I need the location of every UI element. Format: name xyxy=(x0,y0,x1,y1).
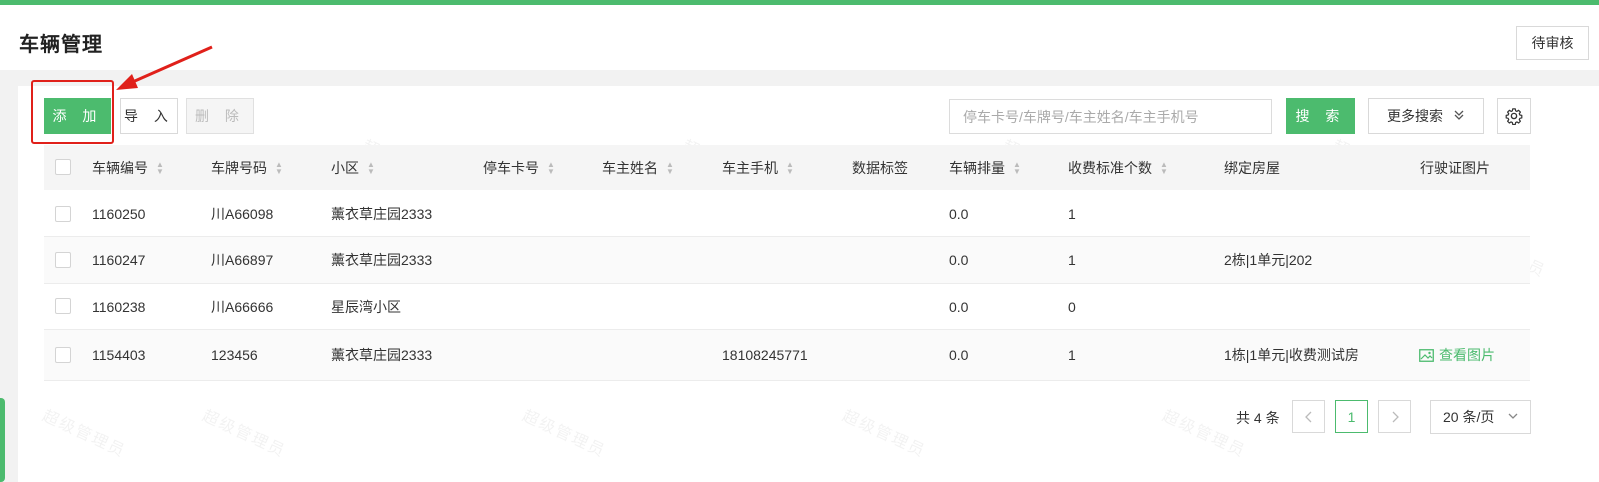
search-input[interactable] xyxy=(949,99,1272,134)
search-button[interactable]: 搜 索 xyxy=(1286,98,1355,134)
annotation-highlight-box xyxy=(31,80,114,144)
pagination-total: 共 4 条 xyxy=(1236,410,1280,426)
cell-community: 薰衣草庄园2333 xyxy=(331,347,433,363)
column-header-owner-name[interactable]: 车主姓名 ▲ ▼ xyxy=(602,145,674,190)
cell-bound-house: 2栋|1单元|202 xyxy=(1224,252,1313,268)
sort-icon[interactable]: ▲ ▼ xyxy=(547,160,555,175)
delete-button[interactable]: 删 除 xyxy=(186,98,254,134)
double-chevron-down-icon xyxy=(1453,109,1465,124)
sort-icon[interactable]: ▲ ▼ xyxy=(1160,160,1168,175)
cell-plate: 川A66098 xyxy=(211,205,274,222)
chevron-right-icon xyxy=(1392,411,1399,422)
cell-displacement: 0.0 xyxy=(949,252,969,268)
row-checkbox[interactable] xyxy=(55,347,71,363)
page-number[interactable]: 1 xyxy=(1335,400,1368,433)
cell-community: 薰衣草庄园2333 xyxy=(331,205,433,222)
page-size-label: 20 条/页 xyxy=(1443,409,1495,425)
sort-icon[interactable]: ▲ ▼ xyxy=(666,160,674,175)
cell-bound-house: 1栋|1单元|收费测试房 xyxy=(1224,347,1359,363)
sort-icon[interactable]: ▲ ▼ xyxy=(367,160,375,175)
column-header-fee-count[interactable]: 收费标准个数 ▲ ▼ xyxy=(1068,145,1168,190)
image-icon xyxy=(1419,348,1434,362)
cell-vehicle-id: 1160238 xyxy=(92,298,146,315)
cell-community: 星辰湾小区 xyxy=(331,298,401,315)
pending-review-button[interactable]: 待审核 xyxy=(1516,26,1589,60)
table-row[interactable]: 1154403 123456 薰衣草庄园2333 18108245771 0.0… xyxy=(44,330,1530,381)
column-header-community[interactable]: 小区 ▲ ▼ xyxy=(331,145,375,190)
chevron-left-icon xyxy=(1304,411,1311,422)
import-button[interactable]: 导 入 xyxy=(120,98,178,134)
cell-vehicle-id: 1160250 xyxy=(92,205,146,222)
cell-fee-count: 0 xyxy=(1068,298,1076,315)
sort-icon[interactable]: ▲ ▼ xyxy=(275,160,283,175)
annotation-arrow-icon xyxy=(116,45,213,90)
column-header-data-tag: 数据标签 xyxy=(852,159,908,176)
settings-button[interactable] xyxy=(1497,98,1531,134)
cell-owner-phone: 18108245771 xyxy=(722,347,808,363)
sort-icon[interactable]: ▲ ▼ xyxy=(156,160,164,175)
side-tab[interactable] xyxy=(0,398,5,482)
gear-icon xyxy=(1505,108,1523,125)
column-header-bound-house: 绑定房屋 xyxy=(1224,159,1280,176)
next-page-button[interactable] xyxy=(1378,400,1411,433)
cell-plate: 123456 xyxy=(211,347,258,363)
table-row[interactable]: 1160250 川A66098 薰衣草庄园2333 0.0 1 xyxy=(44,191,1530,237)
page-header: 车辆管理 待审核 xyxy=(0,5,1599,70)
cell-community: 薰衣草庄园2333 xyxy=(331,252,433,268)
prev-page-button[interactable] xyxy=(1292,400,1325,433)
more-search-button[interactable]: 更多搜索 xyxy=(1368,98,1484,134)
sort-icon[interactable]: ▲ ▼ xyxy=(786,160,794,175)
chevron-down-icon xyxy=(1507,410,1519,425)
cell-displacement: 0.0 xyxy=(949,298,969,315)
select-all-checkbox[interactable] xyxy=(55,159,71,175)
row-checkbox[interactable] xyxy=(55,206,71,222)
column-header-vehicle-id[interactable]: 车辆编号 ▲ ▼ xyxy=(92,145,164,190)
cell-plate: 川A66897 xyxy=(211,252,274,268)
cell-fee-count: 1 xyxy=(1068,347,1076,363)
cell-displacement: 0.0 xyxy=(949,205,969,222)
cell-vehicle-id: 1160247 xyxy=(92,252,146,268)
page-title: 车辆管理 xyxy=(19,34,103,56)
cell-plate: 川A66666 xyxy=(211,298,274,315)
view-image-link[interactable]: 查看图片 xyxy=(1419,330,1495,380)
row-checkbox[interactable] xyxy=(55,298,71,314)
column-header-owner-phone[interactable]: 车主手机 ▲ ▼ xyxy=(722,145,794,190)
sort-icon[interactable]: ▲ ▼ xyxy=(1013,160,1021,175)
page-size-select[interactable]: 20 条/页 xyxy=(1430,400,1531,434)
table-row[interactable]: 1160247 川A66897 薰衣草庄园2333 0.0 1 2栋|1单元|2… xyxy=(44,237,1530,284)
column-header-license-image: 行驶证图片 xyxy=(1420,159,1490,176)
table-row[interactable]: 1160238 川A66666 星辰湾小区 0.0 0 xyxy=(44,284,1530,330)
more-search-label: 更多搜索 xyxy=(1387,108,1443,124)
cell-fee-count: 1 xyxy=(1068,252,1076,268)
cell-vehicle-id: 1154403 xyxy=(92,347,146,363)
cell-fee-count: 1 xyxy=(1068,205,1076,222)
cell-displacement: 0.0 xyxy=(949,347,969,363)
table-header: 车辆编号 ▲ ▼ 车牌号码 ▲ ▼ 小区 ▲ ▼ 停车卡号 ▲ ▼ 车主姓名 ▲ ▼ 车主手机 ▲ ▼ … xyxy=(44,145,1530,190)
column-header-plate[interactable]: 车牌号码 ▲ ▼ xyxy=(211,145,283,190)
row-checkbox[interactable] xyxy=(55,252,71,268)
column-header-displacement[interactable]: 车辆排量 ▲ ▼ xyxy=(949,145,1021,190)
column-header-parking-card[interactable]: 停车卡号 ▲ ▼ xyxy=(483,145,555,190)
